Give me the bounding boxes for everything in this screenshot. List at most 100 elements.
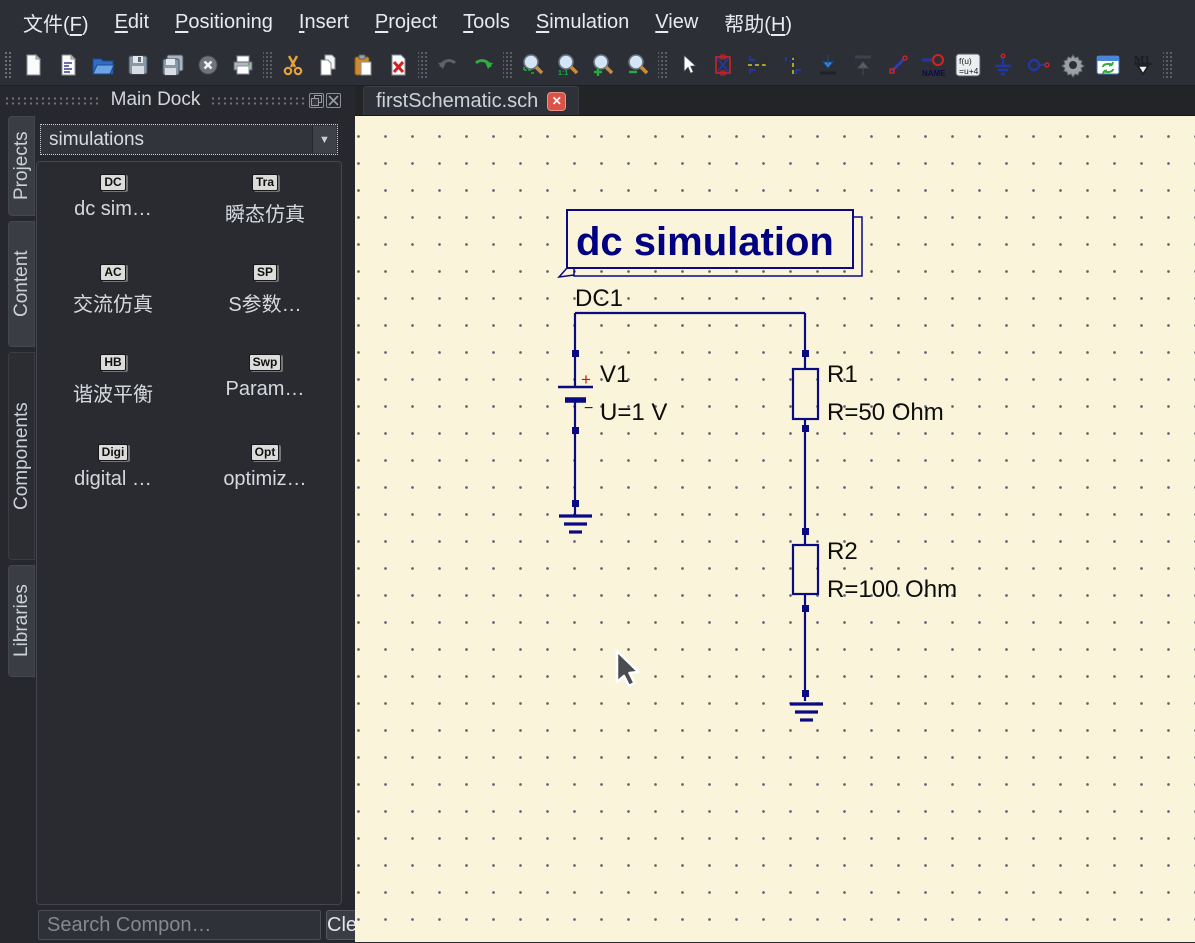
- component-item-parameter-sweep[interactable]: Swp Param…: [189, 352, 341, 438]
- component-search-row: Clear: [38, 910, 376, 940]
- sidebar-tab-content[interactable]: Content: [8, 221, 35, 347]
- open-folder-icon[interactable]: [86, 48, 119, 82]
- component-item-optimization[interactable]: Opt optimiz…: [189, 442, 341, 528]
- sidebar-tab-components[interactable]: Components: [8, 352, 35, 560]
- component-badge-icon: SP: [252, 264, 277, 281]
- v1-value: U=1 V: [600, 399, 667, 426]
- new-file-icon[interactable]: [16, 48, 49, 82]
- insert-port-icon[interactable]: [1021, 48, 1054, 82]
- paste-icon[interactable]: [346, 48, 379, 82]
- component-item-dc-simulation[interactable]: DC dc sim…: [37, 172, 189, 258]
- menu-simulation[interactable]: Simulation: [523, 5, 642, 40]
- component-item-s-parameter[interactable]: SP S参数…: [189, 262, 341, 348]
- search-components-input[interactable]: [38, 910, 321, 940]
- mirror-x-axis-icon[interactable]: [741, 48, 774, 82]
- zoom-1-1-icon[interactable]: 1:1: [551, 48, 584, 82]
- r2-name: R2: [827, 538, 858, 565]
- tab-close-icon[interactable]: ✕: [547, 91, 567, 111]
- component-r2-resistor[interactable]: R2 R=100 Ohm: [791, 538, 957, 603]
- go-into-subcircuit-icon[interactable]: [811, 48, 844, 82]
- dc-simulation-block[interactable]: dc simulation DC1: [557, 209, 863, 312]
- new-text-file-icon[interactable]: [51, 48, 84, 82]
- toolbar: 1:1 NAME f(u) =u+4 M1: [0, 44, 1195, 86]
- component-category-select[interactable]: simulations ▼: [40, 124, 338, 155]
- copy-icon[interactable]: [311, 48, 344, 82]
- sim-block-label: dc simulation: [576, 220, 834, 264]
- dock-float-button[interactable]: [309, 92, 324, 108]
- tab-firstschematic[interactable]: firstSchematic.sch ✕: [363, 86, 580, 115]
- category-selected-value: simulations: [49, 128, 145, 150]
- svg-text:1:1: 1:1: [558, 70, 568, 77]
- undo-icon[interactable]: [431, 48, 464, 82]
- toolbar-separator: [1163, 50, 1172, 79]
- select-pointer-icon[interactable]: [671, 48, 704, 82]
- print-icon[interactable]: [226, 48, 259, 82]
- insert-wire-icon[interactable]: [881, 48, 914, 82]
- r2-value: R=100 Ohm: [827, 576, 957, 603]
- insert-equation-icon[interactable]: f(u) =u+4: [951, 48, 984, 82]
- save-all-icon[interactable]: [156, 48, 189, 82]
- dock-title: Main Dock: [110, 89, 201, 110]
- menu-positioning[interactable]: Positioning: [162, 5, 286, 40]
- save-icon[interactable]: [121, 48, 154, 82]
- delete-document-icon[interactable]: [381, 48, 414, 82]
- zoom-fit-icon[interactable]: [516, 48, 549, 82]
- component-list: DC dc sim… Tra 瞬态仿真 AC 交流仿真 SP S参数… HB 谐…: [36, 161, 342, 905]
- r1-value: R=50 Ohm: [827, 399, 944, 426]
- zoom-in-icon[interactable]: [586, 48, 619, 82]
- dock-titlebar-texture: [4, 95, 101, 105]
- mouse-cursor: [615, 649, 640, 688]
- component-badge-icon: Digi: [97, 444, 129, 461]
- dock-titlebar-texture: [210, 95, 307, 105]
- menu-project[interactable]: Project: [362, 5, 450, 40]
- sidebar-tab-projects[interactable]: Projects: [8, 116, 35, 216]
- component-item-ac-simulation[interactable]: AC 交流仿真: [37, 262, 189, 348]
- toolbar-separator: [263, 50, 272, 79]
- component-badge-icon: AC: [100, 264, 126, 281]
- dock-side-tabs: Projects Content Components Libraries: [8, 116, 35, 677]
- menu-view[interactable]: View: [642, 5, 711, 40]
- menu-tools[interactable]: Tools: [450, 5, 523, 40]
- svg-text:f(u): f(u): [959, 56, 972, 66]
- insert-marker-icon[interactable]: M1: [1126, 48, 1159, 82]
- component-r1-resistor[interactable]: R1 R=50 Ohm: [791, 361, 944, 426]
- close-document-icon[interactable]: [191, 48, 224, 82]
- insert-ground-icon[interactable]: [986, 48, 1019, 82]
- toolbar-separator: [658, 50, 667, 79]
- tab-label: firstSchematic.sch: [376, 89, 539, 112]
- cut-icon[interactable]: [276, 48, 309, 82]
- menu-insert[interactable]: Insert: [286, 5, 362, 40]
- pop-out-icon[interactable]: [846, 48, 879, 82]
- menu-file[interactable]: 文件(F): [10, 2, 102, 43]
- chevron-down-icon[interactable]: ▼: [312, 126, 336, 153]
- toolbar-drag-handle[interactable]: [4, 50, 12, 79]
- component-item-transient-simulation[interactable]: Tra 瞬态仿真: [189, 172, 341, 258]
- insert-wire-label-icon[interactable]: NAME: [916, 48, 949, 82]
- simulate-gear-icon[interactable]: [1056, 48, 1089, 82]
- components-dock-panel: simulations ▼ DC dc sim… Tra 瞬态仿真 AC 交流仿…: [36, 115, 376, 942]
- ground-symbol-left[interactable]: [559, 514, 592, 534]
- r1-name: R1: [827, 361, 858, 388]
- menu-edit[interactable]: Edit: [102, 5, 162, 40]
- svg-text:NAME: NAME: [922, 69, 946, 78]
- menu-bar: 文件(F) Edit Positioning Insert Project To…: [0, 0, 1195, 44]
- zoom-out-icon[interactable]: [621, 48, 654, 82]
- component-item-harmonic-balance[interactable]: HB 谐波平衡: [37, 352, 189, 438]
- view-data-display-icon[interactable]: [1091, 48, 1124, 82]
- sidebar-tab-libraries[interactable]: Libraries: [8, 565, 35, 677]
- rotate-icon[interactable]: [776, 48, 809, 82]
- component-badge-icon: Tra: [251, 174, 278, 191]
- sim-block-name: DC1: [575, 285, 623, 312]
- component-badge-icon: HB: [100, 354, 126, 371]
- redo-icon[interactable]: [466, 48, 499, 82]
- component-badge-icon: DC: [100, 174, 126, 191]
- dock-close-button[interactable]: [326, 92, 341, 108]
- main-dock-titlebar[interactable]: Main Dock: [0, 86, 345, 114]
- document-tabbar: firstSchematic.sch ✕: [355, 86, 1195, 115]
- component-item-digital-simulation[interactable]: Digi digital …: [37, 442, 189, 528]
- ground-symbol-right[interactable]: [790, 702, 823, 722]
- menu-help[interactable]: 帮助(H): [711, 2, 805, 43]
- schematic-canvas[interactable]: dc simulation DC1 + − V1 U=1 V R1 R=50 O…: [355, 115, 1195, 942]
- component-badge-icon: Opt: [250, 444, 280, 461]
- delete-mode-icon[interactable]: [706, 48, 739, 82]
